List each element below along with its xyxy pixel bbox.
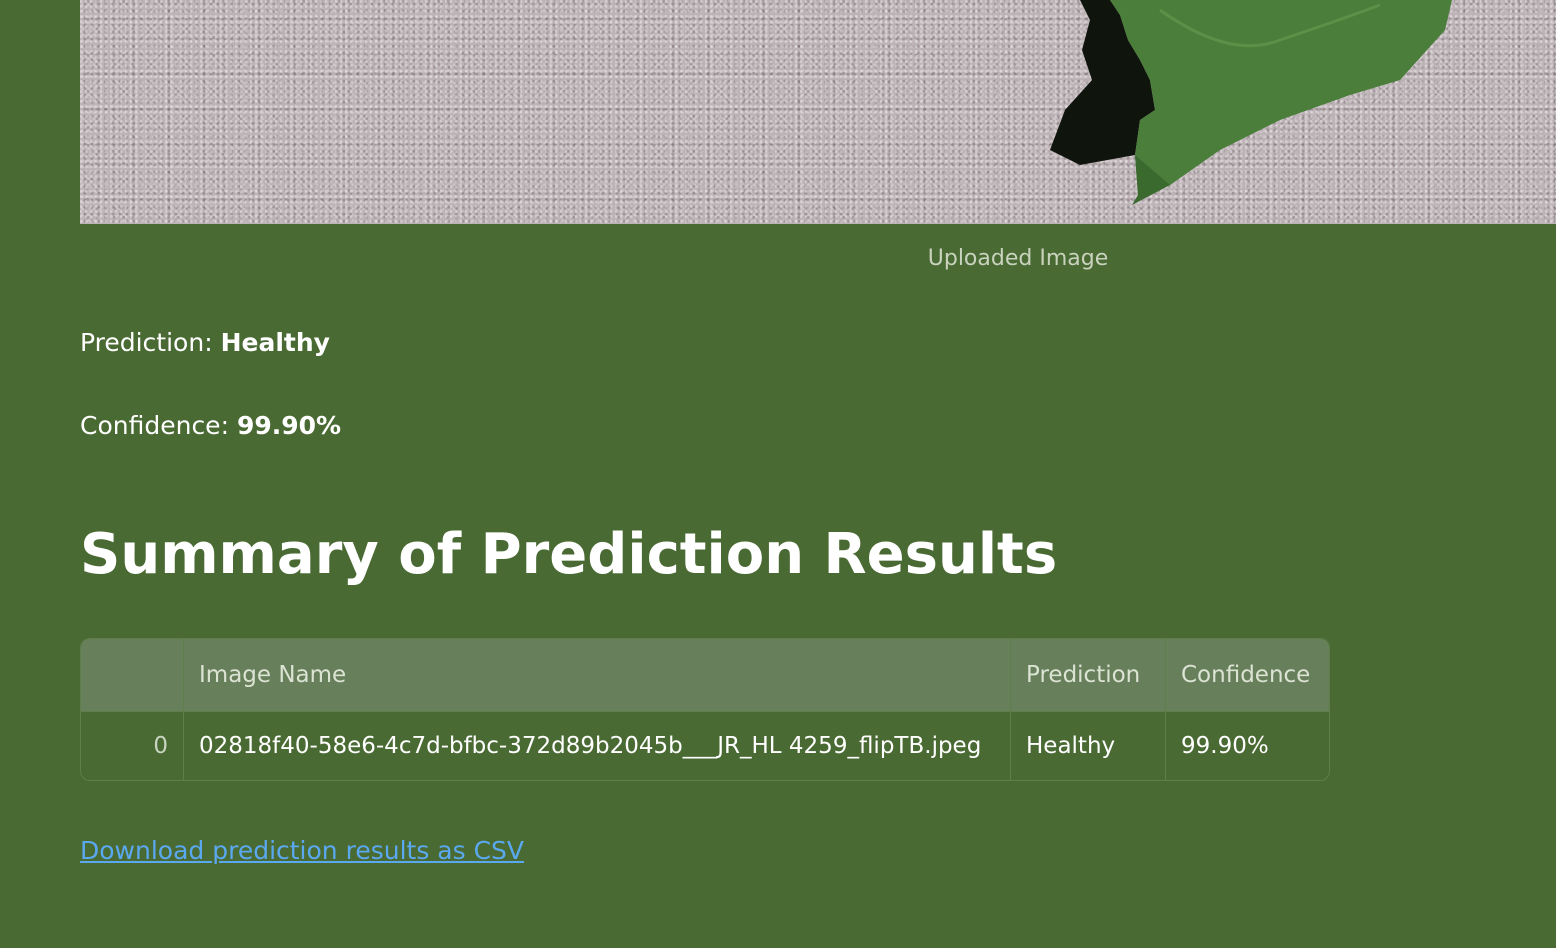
leaf-image-graphic xyxy=(1050,0,1452,205)
prediction-cell[interactable]: Healthy xyxy=(1010,711,1166,780)
summary-heading: Summary of Prediction Results xyxy=(80,522,1058,587)
column-header-index[interactable] xyxy=(81,639,184,712)
uploaded-image xyxy=(80,0,1556,224)
prediction-label: Prediction: xyxy=(80,328,221,357)
confidence-value: 99.90% xyxy=(236,411,342,440)
confidence-result: Confidence: 99.90% xyxy=(80,411,341,440)
confidence-cell[interactable]: 99.90% xyxy=(1166,711,1330,780)
column-header-image-name[interactable]: Image Name xyxy=(183,639,1011,712)
app-page: Uploaded Image Prediction: Healthy Confi… xyxy=(0,0,1556,948)
image-name-cell[interactable]: 02818f40-58e6-4c7d-bfbc-372d89b2045b___J… xyxy=(183,711,1011,780)
table-header-row: Image Name Prediction Confidence xyxy=(81,639,1329,712)
column-header-confidence[interactable]: Confidence xyxy=(1165,639,1329,712)
row-index-cell[interactable]: 0 xyxy=(81,711,184,780)
table-row[interactable]: 0 02818f40-58e6-4c7d-bfbc-372d89b2045b__… xyxy=(81,711,1329,780)
prediction-result: Prediction: Healthy xyxy=(80,328,330,357)
confidence-label: Confidence: xyxy=(80,411,237,440)
image-caption: Uploaded Image xyxy=(927,246,1109,271)
column-header-prediction[interactable]: Prediction xyxy=(1010,639,1166,712)
image-caption-wrap: Uploaded Image xyxy=(80,246,1556,271)
results-table[interactable]: Image Name Prediction Confidence 0 02818… xyxy=(80,638,1330,781)
prediction-value: Healthy xyxy=(220,328,330,357)
download-csv-link[interactable]: Download prediction results as CSV xyxy=(80,836,524,865)
